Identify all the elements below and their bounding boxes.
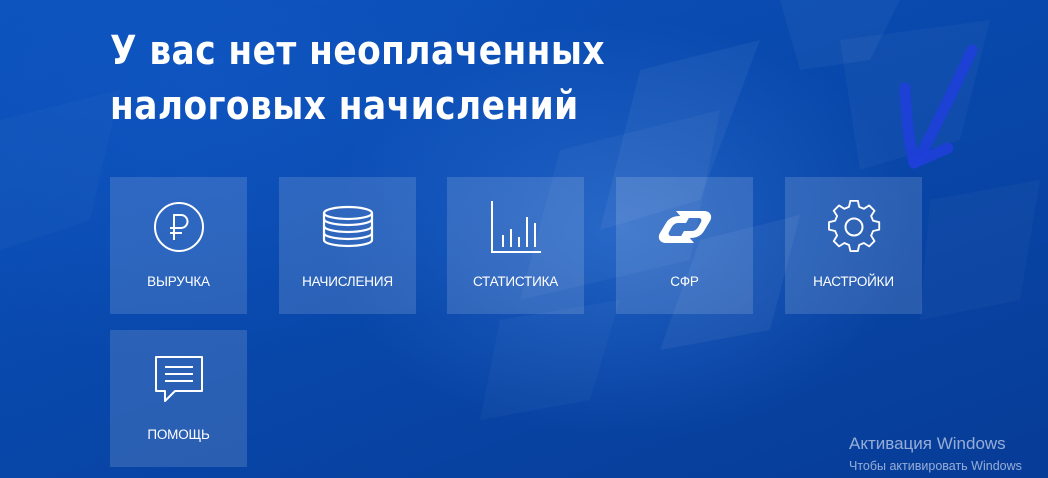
gear-icon	[785, 199, 922, 255]
windows-activation-watermark: Активация Windows Чтобы активировать Win…	[849, 434, 1022, 474]
tile-label: СФР	[670, 274, 699, 289]
bar-chart-icon	[447, 199, 584, 255]
message-icon	[110, 352, 247, 408]
sfr-logo-icon	[616, 199, 753, 255]
tile-charges[interactable]: НАЧИСЛЕНИЯ	[279, 177, 416, 314]
tile-label: НАЧИСЛЕНИЯ	[302, 274, 393, 289]
tile-help[interactable]: ПОМОЩЬ	[110, 330, 247, 467]
tile-sfr[interactable]: СФР	[616, 177, 753, 314]
tile-label: НАСТРОЙКИ	[813, 274, 894, 289]
ruble-circle-icon	[110, 199, 247, 255]
tile-statistics[interactable]: СТАТИСТИКА	[447, 177, 584, 314]
tile-settings[interactable]: НАСТРОЙКИ	[785, 177, 922, 314]
watermark-subtitle: Чтобы активировать Windows	[849, 459, 1022, 473]
coin-stack-icon	[279, 199, 416, 255]
watermark-title: Активация Windows	[849, 434, 1006, 453]
tile-label: ВЫРУЧКА	[147, 274, 210, 289]
page-title: У вас нет неоплаченных налоговых начисле…	[110, 28, 606, 129]
tile-label: СТАТИСТИКА	[472, 274, 559, 289]
tile-revenue[interactable]: ВЫРУЧКА	[110, 177, 247, 314]
tile-label: ПОМОЩЬ	[147, 427, 210, 442]
